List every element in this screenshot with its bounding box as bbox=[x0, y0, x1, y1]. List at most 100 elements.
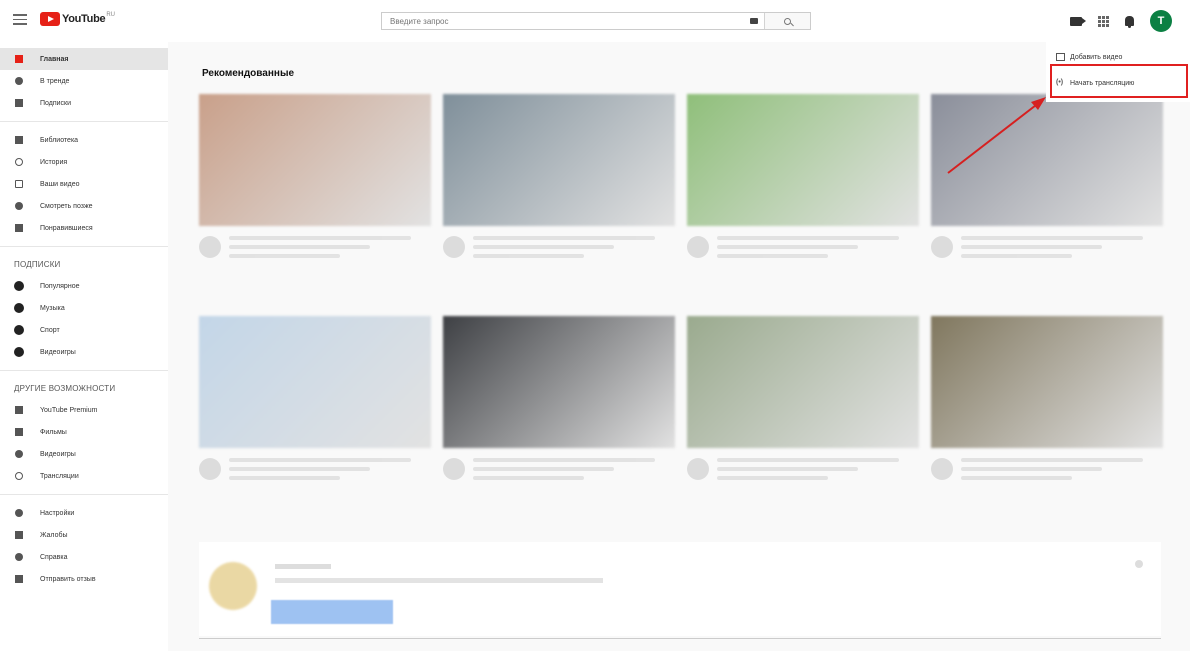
notifications-icon[interactable] bbox=[1125, 16, 1134, 28]
avatar[interactable]: T bbox=[1150, 10, 1172, 32]
channel-avatar[interactable] bbox=[199, 458, 221, 480]
promo-button[interactable] bbox=[271, 600, 393, 624]
search-icon bbox=[784, 17, 791, 25]
promo-banner bbox=[199, 542, 1161, 636]
divider bbox=[199, 638, 1161, 639]
sidebar-subscription-popular[interactable]: Популярное bbox=[0, 275, 168, 297]
sidebar-item-label: Смотреть позже bbox=[40, 202, 93, 210]
sidebar-item-watch-later[interactable]: Смотреть позже bbox=[0, 195, 168, 217]
sidebar-item-trending[interactable]: В тренде bbox=[0, 70, 168, 92]
video-thumbnail[interactable] bbox=[199, 94, 431, 226]
subscriptions-section-title: ПОДПИСКИ bbox=[14, 260, 61, 269]
sidebar-item-movies[interactable]: Фильмы bbox=[0, 421, 168, 443]
emblem-image bbox=[209, 562, 257, 610]
video-thumbnail[interactable] bbox=[687, 94, 919, 226]
sidebar: Главная В тренде Подписки Библиотека Ист… bbox=[0, 42, 168, 651]
video-thumbnail[interactable] bbox=[199, 316, 431, 448]
apps-icon[interactable] bbox=[1098, 15, 1109, 27]
channel-avatar[interactable] bbox=[687, 458, 709, 480]
channel-avatar[interactable] bbox=[687, 236, 709, 258]
video-card[interactable] bbox=[443, 94, 675, 263]
film-icon bbox=[14, 427, 24, 437]
create-video-icon[interactable] bbox=[1070, 16, 1086, 26]
channel-avatar[interactable] bbox=[443, 458, 465, 480]
sidebar-subscription-music[interactable]: Музыка bbox=[0, 297, 168, 319]
video-card[interactable] bbox=[443, 316, 675, 485]
video-card[interactable] bbox=[931, 316, 1163, 485]
sidebar-subscription-sport[interactable]: Спорт bbox=[0, 319, 168, 341]
sidebar-item-library[interactable]: Библиотека bbox=[0, 129, 168, 151]
search-button[interactable] bbox=[764, 13, 810, 29]
library-icon bbox=[14, 135, 24, 145]
sidebar-item-label: Спорт bbox=[40, 326, 60, 334]
sidebar-item-gaming[interactable]: Видеоигры bbox=[0, 443, 168, 465]
sidebar-item-label: История bbox=[40, 158, 68, 166]
help-icon bbox=[14, 552, 24, 562]
channel-avatar[interactable] bbox=[931, 458, 953, 480]
sidebar-item-label: Понравившиеся bbox=[40, 224, 93, 232]
like-icon bbox=[14, 223, 24, 233]
trending-icon bbox=[14, 76, 24, 86]
sidebar-item-help[interactable]: Справка bbox=[0, 546, 168, 568]
sidebar-item-subscriptions[interactable]: Подписки bbox=[0, 92, 168, 114]
sidebar-item-label: Отправить отзыв bbox=[40, 575, 96, 583]
video-card[interactable] bbox=[199, 316, 431, 485]
history-icon bbox=[14, 157, 24, 167]
video-meta bbox=[931, 236, 1163, 263]
video-card[interactable] bbox=[931, 94, 1163, 263]
video-thumbnail[interactable] bbox=[931, 316, 1163, 448]
youtube-icon bbox=[14, 405, 24, 415]
youtube-logo[interactable]: YouTube RU bbox=[40, 12, 115, 26]
search-bar bbox=[381, 12, 811, 30]
channel-avatar[interactable] bbox=[199, 236, 221, 258]
home-icon bbox=[14, 54, 24, 64]
video-meta bbox=[199, 458, 431, 485]
more-section-title: ДРУГИЕ ВОЗМОЖНОСТИ bbox=[14, 384, 116, 393]
video-card[interactable] bbox=[199, 94, 431, 263]
flag-icon bbox=[14, 530, 24, 540]
channel-avatar-icon bbox=[14, 281, 24, 291]
youtube-play-icon bbox=[40, 12, 60, 26]
sidebar-item-history[interactable]: История bbox=[0, 151, 168, 173]
video-meta bbox=[931, 458, 1163, 485]
sidebar-item-label: Справка bbox=[40, 553, 68, 561]
sidebar-item-your-videos[interactable]: Ваши видео bbox=[0, 173, 168, 195]
sidebar-item-settings[interactable]: Настройки bbox=[0, 502, 168, 524]
sidebar-item-label: В тренде bbox=[40, 77, 70, 85]
video-thumbnail[interactable] bbox=[443, 94, 675, 226]
sidebar-item-label: Жалобы bbox=[40, 531, 68, 539]
add-video-label: Добавить видео bbox=[1070, 53, 1123, 61]
video-card[interactable] bbox=[687, 316, 919, 485]
feedback-icon bbox=[14, 574, 24, 584]
video-meta bbox=[443, 236, 675, 263]
video-card[interactable] bbox=[687, 94, 919, 263]
sidebar-item-premium[interactable]: YouTube Premium bbox=[0, 399, 168, 421]
close-icon[interactable] bbox=[1135, 560, 1143, 568]
sidebar-subscription-gaming[interactable]: Видеоигры bbox=[0, 341, 168, 363]
channel-avatar-icon bbox=[14, 303, 24, 313]
sidebar-item-liked[interactable]: Понравившиеся bbox=[0, 217, 168, 239]
your-videos-icon bbox=[14, 179, 24, 189]
search-input[interactable] bbox=[382, 13, 744, 29]
subscriptions-icon bbox=[14, 98, 24, 108]
watch-later-icon bbox=[14, 201, 24, 211]
sidebar-item-label: Фильмы bbox=[40, 428, 67, 436]
channel-avatar[interactable] bbox=[443, 236, 465, 258]
upload-icon bbox=[1056, 53, 1065, 61]
sidebar-item-label: Трансляции bbox=[40, 472, 79, 480]
video-thumbnail[interactable] bbox=[443, 316, 675, 448]
menu-icon[interactable] bbox=[13, 14, 27, 25]
highlight-box bbox=[1050, 64, 1188, 98]
video-thumbnail[interactable] bbox=[687, 316, 919, 448]
sidebar-item-report[interactable]: Жалобы bbox=[0, 524, 168, 546]
sidebar-item-feedback[interactable]: Отправить отзыв bbox=[0, 568, 168, 590]
gaming-icon bbox=[14, 449, 24, 459]
sidebar-item-home[interactable]: Главная bbox=[0, 48, 168, 70]
sidebar-item-label: Популярное bbox=[40, 282, 80, 290]
channel-avatar[interactable] bbox=[931, 236, 953, 258]
video-thumbnail[interactable] bbox=[931, 94, 1163, 226]
sidebar-item-live[interactable]: Трансляции bbox=[0, 465, 168, 487]
sidebar-item-label: Видеоигры bbox=[40, 450, 76, 458]
logo-text: YouTube bbox=[62, 13, 106, 25]
keyboard-icon[interactable] bbox=[744, 13, 764, 29]
